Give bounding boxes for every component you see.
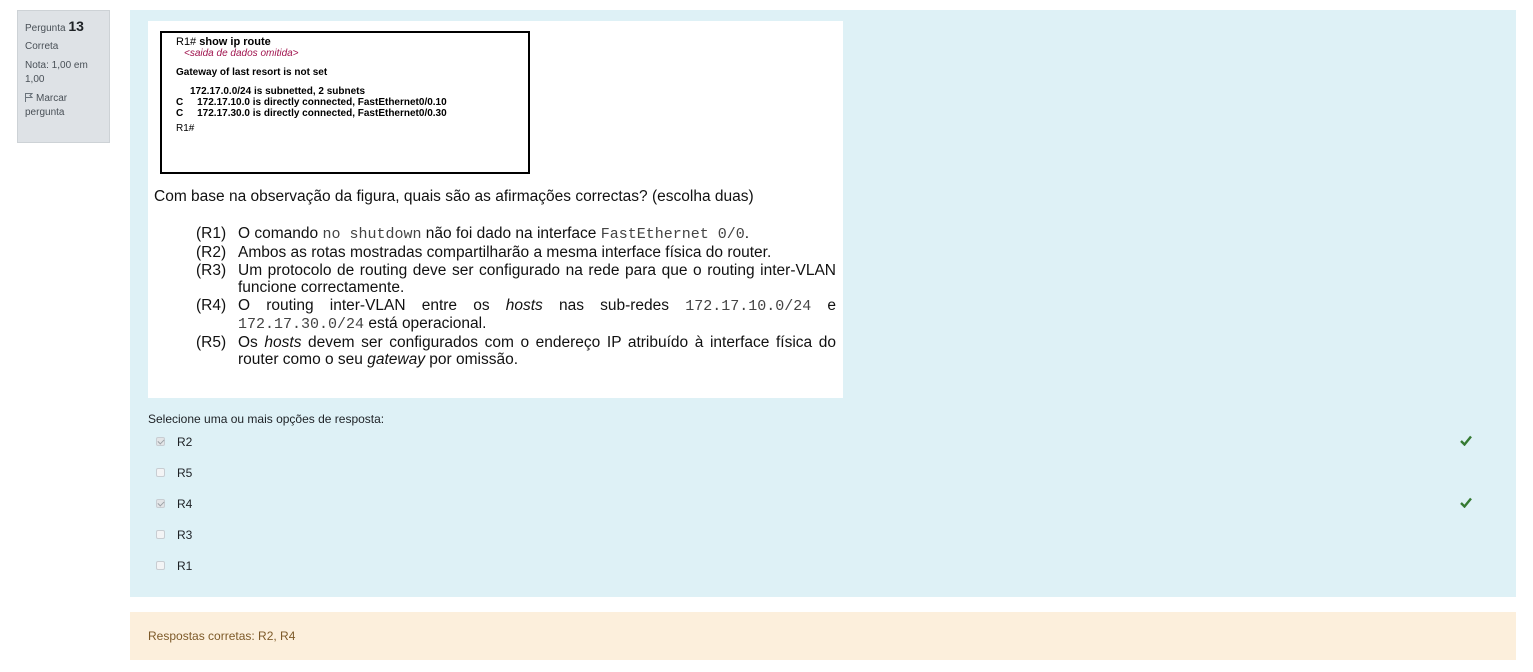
question-figure: R1# show ip route <saida de dados omitid… — [148, 21, 843, 398]
statement-item: (R2) Ambos as rotas mostradas compartilh… — [196, 244, 836, 261]
answer-checkbox[interactable] — [156, 561, 165, 570]
question-info: Pergunta 13 Correta Nota: 1,00 em 1,00 M… — [17, 10, 110, 143]
statement-label: (R2) — [196, 244, 227, 261]
answer-prompt: Selecione uma ou mais opções de resposta… — [148, 412, 385, 426]
question-number-value: 13 — [68, 18, 84, 34]
question-text: Com base na observação da figura, quais … — [154, 188, 754, 205]
question-label: Pergunta — [25, 23, 66, 34]
answer-label: R3 — [177, 527, 193, 542]
statement-item: (R3) Um protocolo de routing deve ser co… — [196, 262, 836, 296]
statement-item: (R5) Os hosts devem ser configurados com… — [196, 334, 836, 368]
question-state: Correta — [25, 41, 59, 52]
answer-option[interactable]: R2 — [156, 426, 1496, 457]
question-grade: Nota: 1,00 em 1,00 — [25, 60, 88, 85]
correct-tick-icon — [1460, 435, 1472, 446]
answer-checkbox[interactable] — [156, 499, 165, 508]
answer-label: R4 — [177, 496, 193, 511]
statement-list: (R1) O comando no shutdown não foi dado … — [196, 225, 836, 369]
statement-text: Ambos as rotas mostradas compartilharão … — [238, 244, 772, 261]
correct-answers-feedback: Respostas corretas: R2, R4 — [130, 612, 1516, 660]
statement-label: (R1) — [196, 225, 227, 242]
statement-item: (R4) O routing inter-VLAN entre os hosts… — [196, 297, 836, 333]
omitted-output: <saida de dados omitida> — [184, 48, 299, 59]
answer-option[interactable]: R5 — [156, 457, 1496, 488]
statement-item: (R1) O comando no shutdown não foi dado … — [196, 225, 750, 243]
route-line: C 172.17.30.0 is directly connected, Fas… — [176, 108, 447, 119]
question-content: R1# show ip route <saida de dados omitid… — [130, 10, 1516, 597]
terminal-output: R1# show ip route <saida de dados omitid… — [160, 31, 530, 174]
answer-checkbox[interactable] — [156, 468, 165, 477]
answer-label: R5 — [177, 465, 193, 480]
answer-option[interactable]: R3 — [156, 519, 1496, 550]
statement-text: Um protocolo de routing deve ser configu… — [238, 262, 836, 296]
correct-tick-icon — [1460, 497, 1472, 508]
cli-end-prompt: R1# — [176, 123, 195, 134]
answer-label: R2 — [177, 434, 193, 449]
answer-option[interactable]: R1 — [156, 550, 1496, 581]
cli-command: show ip route — [199, 36, 271, 48]
answer-checkbox[interactable] — [156, 530, 165, 539]
statement-label: (R3) — [196, 262, 227, 279]
statement-label: (R5) — [196, 334, 227, 351]
subnet-line: 172.17.0.0/24 is subnetted, 2 subnets — [190, 86, 366, 97]
answer-option[interactable]: R4 — [156, 488, 1496, 519]
flag-question-link[interactable]: Marcar pergunta — [25, 92, 102, 120]
statement-label: (R4) — [196, 297, 227, 314]
answer-checkbox[interactable] — [156, 437, 165, 446]
question-number: Pergunta 13 — [25, 19, 102, 36]
route-line: C 172.17.10.0 is directly connected, Fas… — [176, 97, 447, 108]
answer-label: R1 — [177, 558, 193, 573]
cli-prompt: R1# — [176, 36, 200, 48]
flag-icon — [25, 93, 33, 102]
gateway-line: Gateway of last resort is not set — [176, 67, 328, 78]
